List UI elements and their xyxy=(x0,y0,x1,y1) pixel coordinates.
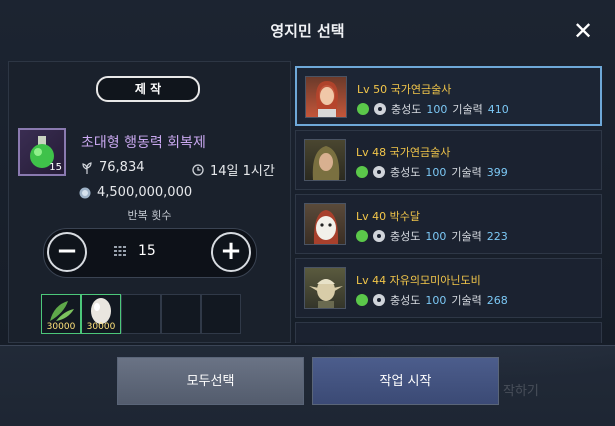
skill-icon xyxy=(373,294,385,306)
material-slot-herb[interactable]: 30000 xyxy=(41,294,81,334)
worker-card[interactable]: Lv 44 자유의모미아닌도비 충성도 100 기술력 268 xyxy=(295,258,602,318)
silver-value: 4,500,000,000 xyxy=(97,185,193,200)
worker-name: 국가연금술사 xyxy=(390,83,452,96)
skill-value: 268 xyxy=(486,293,508,307)
decrease-button[interactable]: − xyxy=(47,232,87,272)
worker-level: Lv 50 xyxy=(357,83,388,96)
repeat-count-label: 반복 횟수 xyxy=(127,209,172,222)
item-count: 15 xyxy=(49,162,62,173)
herb-icon xyxy=(50,301,74,321)
skill-label: 기술력 xyxy=(451,294,482,307)
craft-tab[interactable]: 제 작 xyxy=(96,76,200,102)
smile-icon xyxy=(356,294,368,306)
worker-portrait xyxy=(304,139,346,181)
otter-portrait-icon xyxy=(313,210,339,244)
worker-card[interactable]: Lv 50 국가연금술사 충성도 100 기술력 410 xyxy=(295,66,602,126)
egg-icon xyxy=(91,298,111,324)
skill-icon xyxy=(373,230,385,242)
quantity-display[interactable]: 15 xyxy=(114,243,186,259)
skill-value: 410 xyxy=(487,102,509,116)
loyalty-label: 충성도 xyxy=(390,230,421,243)
loyalty-value: 100 xyxy=(425,165,447,179)
time-stat: 14일 1시간 xyxy=(192,160,275,179)
alchemist-hooded-portrait-icon xyxy=(312,146,340,180)
material-amount: 30000 xyxy=(86,322,116,332)
increase-button[interactable]: + xyxy=(211,232,251,272)
worker-level: Lv 44 xyxy=(356,274,387,287)
craft-panel: 제 작 15 초대형 행동력 회복제 76,834 14일 1시간 4,500,… xyxy=(8,61,291,343)
loyalty-label: 충성도 xyxy=(390,294,421,307)
material-slot-egg[interactable]: 30000 xyxy=(81,294,121,334)
plus-icon: + xyxy=(220,236,242,266)
worker-name: 국가연금술사 xyxy=(389,146,451,159)
item-name: 초대형 행동력 회복제 xyxy=(81,135,206,151)
clock-icon xyxy=(192,163,204,176)
time-value: 14일 1시간 xyxy=(210,164,275,179)
worker-portrait xyxy=(304,267,346,309)
quantity-value: 15 xyxy=(138,243,156,259)
material-amount: 30000 xyxy=(46,322,76,332)
worker-level: Lv 48 xyxy=(356,146,387,159)
skill-value: 399 xyxy=(486,165,508,179)
material-slot-empty xyxy=(201,294,241,334)
background-ghost-start-label: 작하기 xyxy=(503,384,539,399)
dialog-title: 영지민 선택 xyxy=(270,22,345,40)
alchemist-female-portrait-icon xyxy=(316,81,338,117)
worker-name: 박수달 xyxy=(389,210,421,223)
energy-value: 76,834 xyxy=(99,160,145,175)
loyalty-value: 100 xyxy=(425,229,447,243)
skill-label: 기술력 xyxy=(451,166,482,179)
close-icon[interactable]: ✕ xyxy=(570,18,596,44)
loyalty-label: 충성도 xyxy=(390,166,421,179)
potion-icon[interactable]: 15 xyxy=(18,128,66,176)
worker-card[interactable]: Lv 40 박수달 충성도 100 기술력 223 xyxy=(295,194,602,254)
skill-icon xyxy=(374,103,386,115)
worker-card-partial[interactable] xyxy=(295,322,602,343)
material-slot-empty xyxy=(121,294,161,334)
skill-icon xyxy=(373,166,385,178)
material-slot-empty xyxy=(161,294,201,334)
minus-icon: − xyxy=(56,236,78,266)
skill-label: 기술력 xyxy=(452,103,483,116)
smile-icon xyxy=(356,166,368,178)
worker-select-dialog: 영지민 선택 ✕ 제 작 15 초대형 행동력 회복제 76,834 14일 1… xyxy=(0,0,615,346)
loyalty-value: 100 xyxy=(426,102,448,116)
silver-coin-icon xyxy=(79,187,91,198)
skill-label: 기술력 xyxy=(451,230,482,243)
elf-portrait-icon xyxy=(309,279,343,308)
start-work-button[interactable]: 작업 시작 xyxy=(312,357,499,405)
worker-name: 자유의모미아닌도비 xyxy=(389,274,481,287)
loyalty-value: 100 xyxy=(425,293,447,307)
worker-level: Lv 40 xyxy=(356,210,387,223)
worker-portrait xyxy=(305,76,347,118)
worker-card[interactable]: Lv 48 국가연금술사 충성도 100 기술력 399 xyxy=(295,130,602,190)
sprout-icon xyxy=(82,161,92,174)
smile-icon xyxy=(356,230,368,242)
loyalty-label: 충성도 xyxy=(391,103,422,116)
silver-stat: 4,500,000,000 xyxy=(79,185,192,200)
quantity-stepper: − 15 + xyxy=(43,228,257,278)
energy-stat: 76,834 xyxy=(81,160,145,175)
skill-value: 223 xyxy=(486,229,508,243)
smile-icon xyxy=(357,103,369,115)
material-slots: 30000 30000 xyxy=(41,294,241,334)
keypad-icon xyxy=(114,246,126,256)
select-all-button[interactable]: 모두선택 xyxy=(117,357,304,405)
worker-list: Lv 50 국가연금술사 충성도 100 기술력 410 Lv 48 국가연금술… xyxy=(294,63,607,343)
worker-portrait xyxy=(304,203,346,245)
